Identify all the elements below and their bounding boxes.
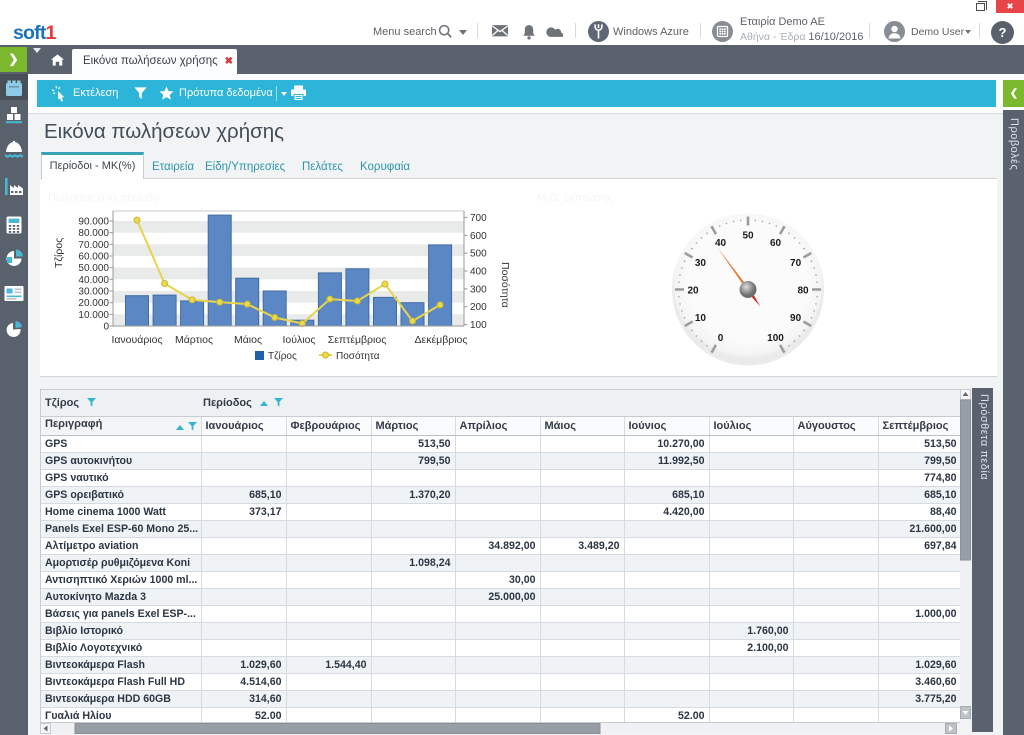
svg-text:200: 200 — [470, 302, 487, 313]
svg-text:Δεκέμβριος: Δεκέμβριος — [415, 334, 468, 346]
svg-text:Σεπτέμβριος: Σεπτέμβριος — [328, 334, 387, 346]
svg-text:50: 50 — [742, 231, 754, 242]
svg-text:400: 400 — [470, 267, 487, 278]
svg-text:Πωλήσεις ανά περίοδο: Πωλήσεις ανά περίοδο — [48, 192, 159, 204]
svg-text:0: 0 — [103, 322, 109, 333]
svg-text:60: 60 — [770, 238, 782, 249]
svg-text:10: 10 — [695, 313, 707, 324]
svg-text:80.000: 80.000 — [78, 228, 109, 239]
svg-text:20.000: 20.000 — [78, 298, 109, 309]
svg-text:0: 0 — [718, 333, 724, 344]
svg-text:40: 40 — [715, 238, 727, 249]
svg-text:Μάρτιος: Μάρτιος — [175, 334, 213, 346]
svg-text:Ιούλιος: Ιούλιος — [283, 334, 316, 346]
svg-text:Ποσότητα: Ποσότητα — [336, 350, 380, 362]
svg-text:90.000: 90.000 — [78, 217, 109, 228]
svg-text:50.000: 50.000 — [78, 263, 109, 274]
svg-text:Τζίρος: Τζίρος — [268, 350, 297, 362]
svg-text:100: 100 — [767, 333, 784, 344]
svg-text:500: 500 — [470, 249, 487, 260]
svg-text:Ποσότητα: Ποσότητα — [499, 262, 511, 308]
svg-text:20: 20 — [687, 286, 699, 297]
svg-text:80: 80 — [797, 286, 809, 297]
svg-text:70.000: 70.000 — [78, 240, 109, 251]
svg-text:Ιανουάριος: Ιανουάριος — [111, 334, 162, 346]
svg-text:Τζίρος: Τζίρος — [53, 238, 65, 268]
svg-text:10.000: 10.000 — [78, 310, 109, 321]
svg-text:Μάιος: Μάιος — [234, 334, 262, 346]
svg-text:700: 700 — [470, 213, 487, 224]
svg-text:70: 70 — [790, 258, 802, 269]
svg-text:Μ.Ο. έκπτωσης: Μ.Ο. έκπτωσης — [537, 192, 613, 204]
svg-text:600: 600 — [470, 231, 487, 242]
svg-text:60.000: 60.000 — [78, 252, 109, 263]
svg-text:90: 90 — [790, 313, 802, 324]
svg-text:100: 100 — [470, 320, 487, 331]
svg-text:40.000: 40.000 — [78, 275, 109, 286]
svg-text:30.000: 30.000 — [78, 287, 109, 298]
svg-text:30: 30 — [695, 258, 707, 269]
svg-text:300: 300 — [470, 284, 487, 295]
